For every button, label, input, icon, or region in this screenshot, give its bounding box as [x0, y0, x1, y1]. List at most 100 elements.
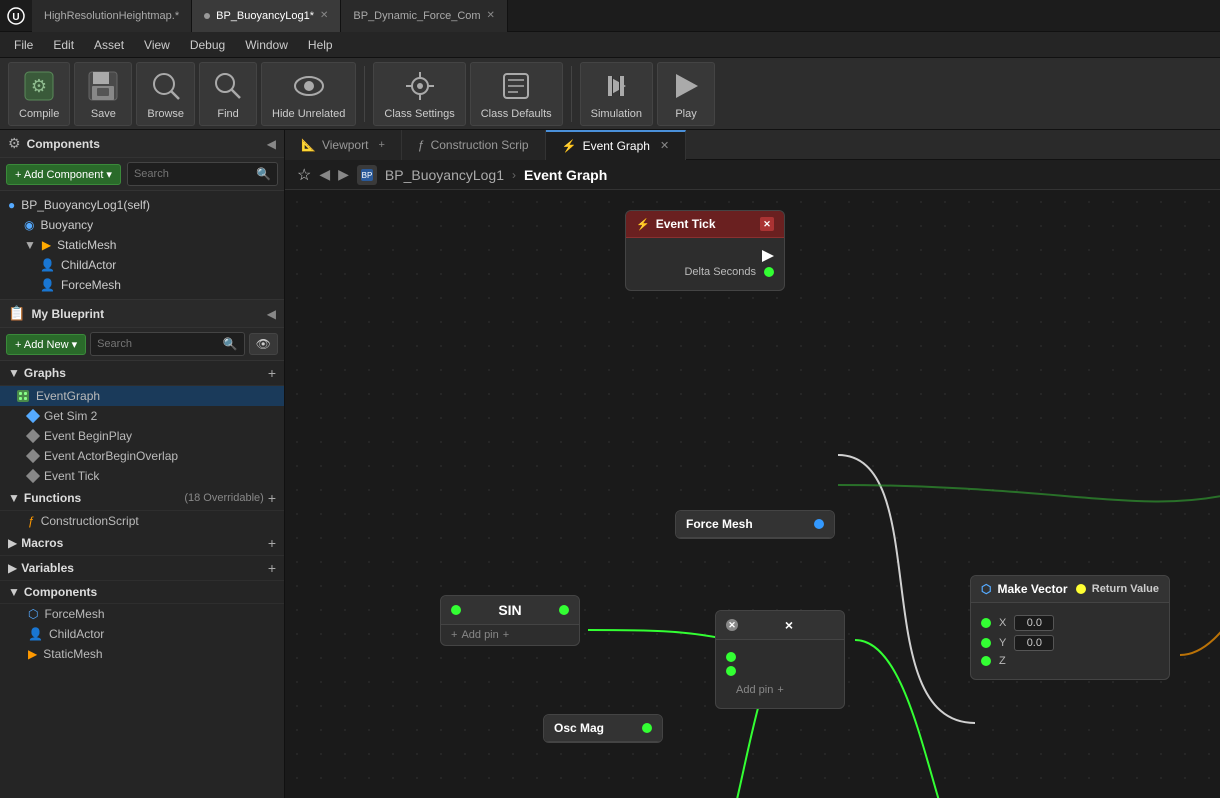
hide-unrelated-button[interactable]: Hide Unrelated: [261, 62, 356, 126]
event-graph-tab-close[interactable]: ✕: [660, 139, 669, 152]
eye-button[interactable]: 👁: [249, 333, 278, 355]
tab-close-button-2[interactable]: ✕: [487, 10, 495, 21]
compile-button[interactable]: ⚙ Compile: [8, 62, 70, 126]
tab-heightmap[interactable]: HighResolutionHeightmap.*: [32, 0, 192, 32]
bp-item-comp-forcemesh[interactable]: ⬡ ForceMesh: [0, 604, 284, 624]
menu-debug[interactable]: Debug: [180, 32, 235, 58]
viewport-tab-add[interactable]: +: [378, 139, 384, 151]
variables-section-header[interactable]: ▶ Variables +: [0, 556, 284, 581]
blueprint-search-input[interactable]: [97, 338, 223, 350]
macros-add-button[interactable]: +: [268, 535, 276, 551]
self-icon: ●: [8, 198, 15, 212]
make-vector-out-pin[interactable]: [1076, 584, 1086, 594]
sin-out-pin[interactable]: [559, 605, 569, 615]
simulation-button[interactable]: Simulation: [580, 62, 653, 126]
tab-label: BP_Dynamic_Force_Com: [353, 10, 480, 22]
menu-file[interactable]: File: [4, 32, 43, 58]
tree-item-self[interactable]: ● BP_BuoyancyLog1(self): [0, 195, 284, 215]
back-button[interactable]: ◀: [319, 166, 330, 183]
bp-item-comp-childactor[interactable]: 👤 ChildActor: [0, 624, 284, 644]
tab-construction[interactable]: ƒ Construction Scrip: [402, 130, 546, 160]
tree-item-staticmesh[interactable]: ▼ ▶ StaticMesh: [0, 235, 284, 255]
graphs-add-button[interactable]: +: [268, 365, 276, 381]
sin-in-pin[interactable]: [451, 605, 461, 615]
bp-item-actor-begin-overlap[interactable]: Event ActorBeginOverlap: [0, 446, 284, 466]
exec-out-pin[interactable]: [762, 250, 774, 262]
make-vector-node[interactable]: ⬡ Make Vector Return Value X 0.0 Y 0.0: [970, 575, 1170, 680]
multiply-add-plus[interactable]: +: [777, 684, 783, 696]
add-pin-plus[interactable]: +: [503, 629, 509, 641]
add-component-bar: + Add Component ▾ 🔍: [0, 158, 284, 191]
make-vector-x-row: X 0.0: [981, 615, 1159, 631]
bp-item-comp-staticmesh[interactable]: ▶ StaticMesh: [0, 644, 284, 664]
make-vector-z-pin[interactable]: [981, 656, 991, 666]
components-search-container[interactable]: 🔍: [127, 162, 278, 186]
graph-tabs: 📐 Viewport + ƒ Construction Scrip ⚡ Even…: [285, 130, 1220, 160]
make-vector-z-row: Z: [981, 655, 1159, 667]
play-button[interactable]: Play: [657, 62, 715, 126]
menu-window[interactable]: Window: [235, 32, 298, 58]
functions-add-button[interactable]: +: [268, 490, 276, 506]
x-value[interactable]: 0.0: [1014, 615, 1054, 631]
delta-seconds-pin[interactable]: [764, 267, 774, 277]
sin-node[interactable]: SIN + Add pin +: [440, 595, 580, 646]
bp-item-get-sim-2[interactable]: Get Sim 2: [0, 406, 284, 426]
multiply-in2-pin[interactable]: [726, 666, 736, 676]
tab-close-button[interactable]: ✕: [320, 10, 328, 21]
comp-staticmesh-label: StaticMesh: [43, 647, 102, 661]
bp-item-eventgraph[interactable]: EventGraph: [0, 386, 284, 406]
menu-view[interactable]: View: [134, 32, 180, 58]
event-tick-node[interactable]: ⚡ Event Tick ✕ Delta Seconds: [625, 210, 785, 291]
begin-play-label: Event BeginPlay: [44, 429, 132, 443]
blueprint-search-container[interactable]: 🔍: [90, 332, 245, 356]
browse-button[interactable]: Browse: [136, 62, 195, 126]
sin-add-pin[interactable]: + Add pin +: [441, 625, 579, 645]
blueprint-search-icon: 🔍: [223, 337, 238, 351]
macros-section-header[interactable]: ▶ Macros +: [0, 531, 284, 556]
graphs-section-header[interactable]: ▼ Graphs +: [0, 361, 284, 386]
tab-buoyancy[interactable]: BP_BuoyancyLog1* ✕: [192, 0, 341, 32]
breadcrumb-separator: ›: [512, 168, 516, 182]
event-tick-close[interactable]: ✕: [760, 217, 774, 231]
save-button[interactable]: Save: [74, 62, 132, 126]
components-collapse[interactable]: ◀: [267, 137, 276, 151]
y-value[interactable]: 0.0: [1014, 635, 1054, 651]
components-list-header[interactable]: ▼ Components: [0, 581, 284, 604]
blueprint-collapse[interactable]: ◀: [267, 307, 276, 321]
tab-viewport[interactable]: 📐 Viewport +: [285, 130, 402, 160]
home-icon[interactable]: ☆: [297, 165, 311, 185]
force-mesh-node[interactable]: Force Mesh: [675, 510, 835, 539]
make-vector-y-pin[interactable]: [981, 638, 991, 648]
add-component-label: + Add Component ▾: [15, 168, 112, 181]
multiply-add-pin[interactable]: Add pin +: [726, 680, 834, 700]
variables-add-button[interactable]: +: [268, 560, 276, 576]
menu-edit[interactable]: Edit: [43, 32, 84, 58]
add-new-button[interactable]: + Add New ▾: [6, 334, 86, 355]
menu-asset[interactable]: Asset: [84, 32, 134, 58]
bp-item-event-tick[interactable]: Event Tick: [0, 466, 284, 486]
menu-help[interactable]: Help: [298, 32, 343, 58]
tab-event-graph[interactable]: ⚡ Event Graph ✕: [546, 130, 687, 160]
graph-canvas[interactable]: ⚡ Event Tick ✕ Delta Seconds: [285, 190, 1220, 798]
make-vector-x-pin[interactable]: [981, 618, 991, 628]
class-settings-button[interactable]: Class Settings: [373, 62, 465, 126]
bp-item-construction-script[interactable]: ƒ ConstructionScript: [0, 511, 284, 531]
multiply-in1-pin[interactable]: [726, 652, 736, 662]
components-search-input[interactable]: [134, 168, 256, 180]
tab-dynamic-force[interactable]: BP_Dynamic_Force_Com ✕: [341, 0, 508, 32]
tree-item-buoyancy[interactable]: ◉ Buoyancy: [0, 215, 284, 235]
class-defaults-icon: [498, 68, 534, 104]
force-mesh-pin[interactable]: [814, 519, 824, 529]
find-button[interactable]: Find: [199, 62, 257, 126]
comp-childactor-icon: 👤: [28, 627, 43, 641]
tree-item-forcemesh[interactable]: 👤 ForceMesh: [0, 275, 284, 295]
forward-button[interactable]: ▶: [338, 166, 349, 183]
add-component-button[interactable]: + Add Component ▾: [6, 164, 121, 185]
osc-mag-pin[interactable]: [642, 723, 652, 733]
class-defaults-button[interactable]: Class Defaults: [470, 62, 563, 126]
bp-item-begin-play[interactable]: Event BeginPlay: [0, 426, 284, 446]
osc-mag-node[interactable]: Osc Mag: [543, 714, 663, 743]
tree-item-childactor[interactable]: 👤 ChildActor: [0, 255, 284, 275]
functions-section-header[interactable]: ▼ Functions (18 Overridable) +: [0, 486, 284, 511]
multiply-node[interactable]: ✕ × Add pin +: [715, 610, 845, 709]
